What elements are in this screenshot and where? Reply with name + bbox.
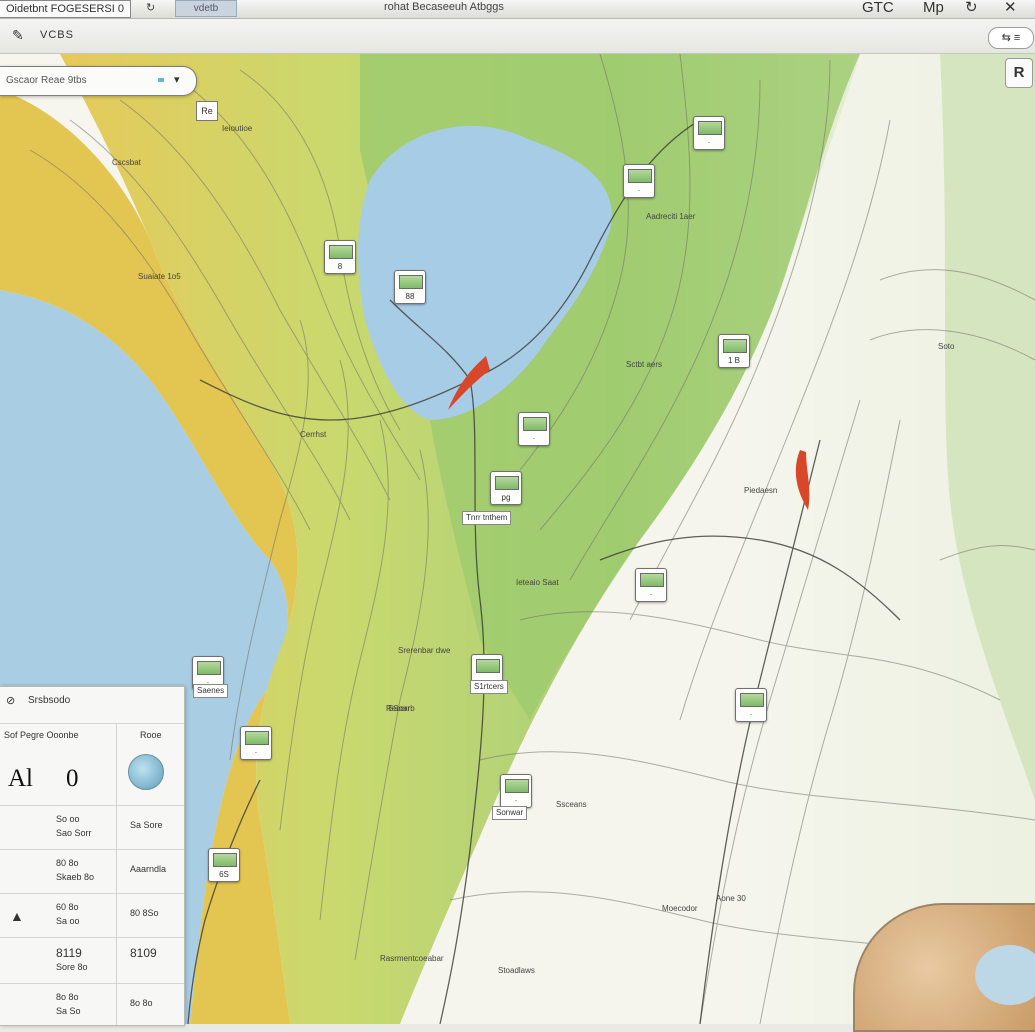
map-label: Piedaesn: [744, 486, 778, 495]
map-label: Ssceans: [556, 800, 587, 809]
big-value-right: 0: [66, 765, 79, 792]
layers-button[interactable]: R: [1005, 58, 1033, 88]
tool-gtc-button[interactable]: GTC: [862, 0, 894, 17]
refresh-icon[interactable]: ↻: [146, 0, 155, 16]
map-label: Cerrhst: [300, 430, 327, 439]
row-value: Sore 8o: [56, 962, 88, 972]
tab-active[interactable]: vdetb: [175, 0, 237, 17]
map-marker[interactable]: 6S: [208, 848, 240, 882]
map-chip[interactable]: S1rtcers: [470, 680, 508, 694]
map-label: Aadreciti 1aer: [646, 212, 696, 221]
map-label: Srerenbar dwe: [398, 646, 451, 655]
map-marker[interactable]: 8: [324, 240, 356, 274]
subheader-right: Rooe: [140, 730, 162, 740]
row-value: So oo: [56, 814, 80, 824]
window-title: rohat Becaseeuh Atbggs: [384, 1, 504, 13]
rotate-icon[interactable]: ↻: [965, 0, 978, 17]
title-bar: Oidetbnt FOGESERSI 0 ↻ vdetb rohat Becas…: [0, 0, 1035, 19]
map-label: Ieteaio Saat: [516, 578, 559, 587]
location-pin-icon: [158, 78, 164, 82]
row-value: Aaarndla: [130, 864, 167, 874]
info-panel: ⊘ Srsbsodo Sof Pegre Ooonbe Rooe Al 0 So…: [0, 686, 185, 1026]
map-marker[interactable]: pg: [490, 471, 522, 505]
app-label[interactable]: Oidetbnt FOGESERSI 0: [0, 0, 131, 18]
map-marker[interactable]: ·: [623, 164, 655, 198]
map-label: Ieioutioe: [222, 124, 253, 133]
chevron-down-icon[interactable]: ▾: [174, 73, 180, 86]
big-value-left: Al: [8, 765, 33, 792]
panel-row[interactable]: 8119 Sore 8o 8109: [0, 937, 184, 984]
map-label: Suaiate 1o5: [138, 272, 181, 281]
row-value: 8119: [56, 946, 82, 960]
map-label: Sctbt aers: [626, 360, 663, 369]
row-value: 8109: [130, 946, 157, 960]
close-icon[interactable]: ✕: [1004, 0, 1017, 17]
small-tag[interactable]: Re: [196, 101, 218, 121]
globe-icon[interactable]: [128, 754, 164, 790]
map-marker[interactable]: 88: [394, 270, 426, 304]
map-label: Stoadlaws: [498, 966, 535, 975]
map-marker[interactable]: ·: [693, 116, 725, 150]
panel-icon: ⊘: [6, 695, 16, 707]
map-chip[interactable]: Saenes: [193, 684, 229, 698]
map-label: Soto: [938, 342, 955, 351]
row-value: Skaeb 8o: [56, 872, 95, 882]
panel-row[interactable]: ▲ 60 8o Sa oo 80 8So: [0, 893, 184, 938]
panel-row[interactable]: So oo Sao Sorr Sa Sore: [0, 805, 184, 850]
panel-subheader: Sof Pegre Ooonbe Rooe: [0, 723, 184, 746]
minimap-sea: [975, 945, 1035, 1005]
map-marker[interactable]: ·: [518, 412, 550, 446]
search-placeholder: Gscaor Reae 9tbs: [6, 75, 87, 86]
map-marker[interactable]: ·: [500, 774, 532, 808]
row-value: Sa Sore: [130, 820, 163, 830]
map-label: Rasrmentcoeabar: [380, 954, 444, 963]
row-value: Sa oo: [56, 916, 80, 926]
map-label: Aone 30: [716, 894, 746, 903]
map-marker[interactable]: ·: [635, 568, 667, 602]
tool-mp-button[interactable]: Mp: [923, 0, 944, 17]
pencil-icon[interactable]: ✎: [12, 27, 24, 44]
toolbar: ✎ VCBS ⇆ ≡: [0, 19, 1035, 54]
row-value: 8o 8o: [130, 998, 153, 1008]
toolbar-pill-button[interactable]: ⇆ ≡: [988, 27, 1034, 49]
panel-title: Srsbsodo: [28, 695, 71, 706]
map-marker[interactable]: ·: [735, 688, 767, 722]
subheader-left: Sof Pegre Ooonbe: [4, 730, 79, 740]
warning-icon: ▲: [10, 908, 24, 924]
map-chip[interactable]: Sonwar: [492, 806, 528, 820]
map-chip[interactable]: Tnrr tnthem: [462, 511, 512, 525]
row-value: 8o 8o: [56, 992, 79, 1002]
map-label: Cscsbat: [112, 158, 141, 167]
row-value: Sao Sorr: [56, 828, 92, 838]
panel-row[interactable]: 80 8o Skaeb 8o Aaarndla: [0, 849, 184, 894]
map-label: Recorr: [386, 704, 411, 713]
row-value: Sa So: [56, 1006, 81, 1016]
search-input[interactable]: Gscaor Reae 9tbs ▾: [0, 66, 197, 96]
row-value: 80 8o: [56, 858, 79, 868]
map-label: Moecodor: [662, 904, 698, 913]
row-value: 60 8o: [56, 902, 79, 912]
map-marker[interactable]: ·: [240, 726, 272, 760]
map-marker[interactable]: 1 B: [718, 334, 750, 368]
toolbar-label: VCBS: [40, 29, 74, 41]
row-value: 80 8So: [130, 908, 159, 918]
panel-row[interactable]: 8o 8o Sa So 8o 8o: [0, 983, 184, 1026]
